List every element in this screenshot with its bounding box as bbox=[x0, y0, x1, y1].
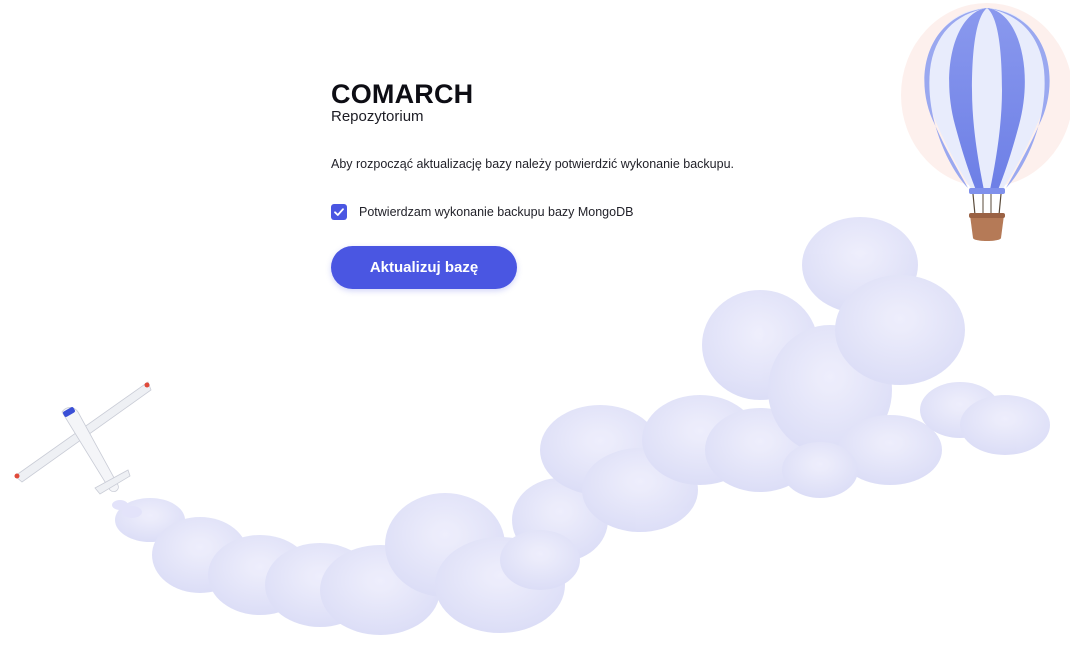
update-database-button[interactable]: Aktualizuj bazę bbox=[331, 246, 517, 289]
update-screen: COMARCH Repozytorium Aby rozpocząć aktua… bbox=[0, 0, 1070, 655]
airplane-icon bbox=[14, 381, 152, 518]
brand-logo: COMARCH bbox=[331, 79, 474, 109]
backup-confirmation-row[interactable]: Potwierdzam wykonanie backupu bazy Mongo… bbox=[331, 204, 851, 220]
backup-confirmation-checkbox[interactable] bbox=[331, 204, 347, 220]
hot-air-balloon-icon bbox=[901, 3, 1070, 241]
app-subtitle: Repozytorium bbox=[331, 108, 424, 125]
backup-confirmation-label[interactable]: Potwierdzam wykonanie backupu bazy Mongo… bbox=[359, 204, 633, 220]
checkmark-icon bbox=[334, 208, 344, 216]
main-panel: COMARCH Repozytorium Aby rozpocząć aktua… bbox=[331, 80, 851, 289]
instruction-text: Aby rozpocząć aktualizację bazy należy p… bbox=[331, 157, 734, 171]
